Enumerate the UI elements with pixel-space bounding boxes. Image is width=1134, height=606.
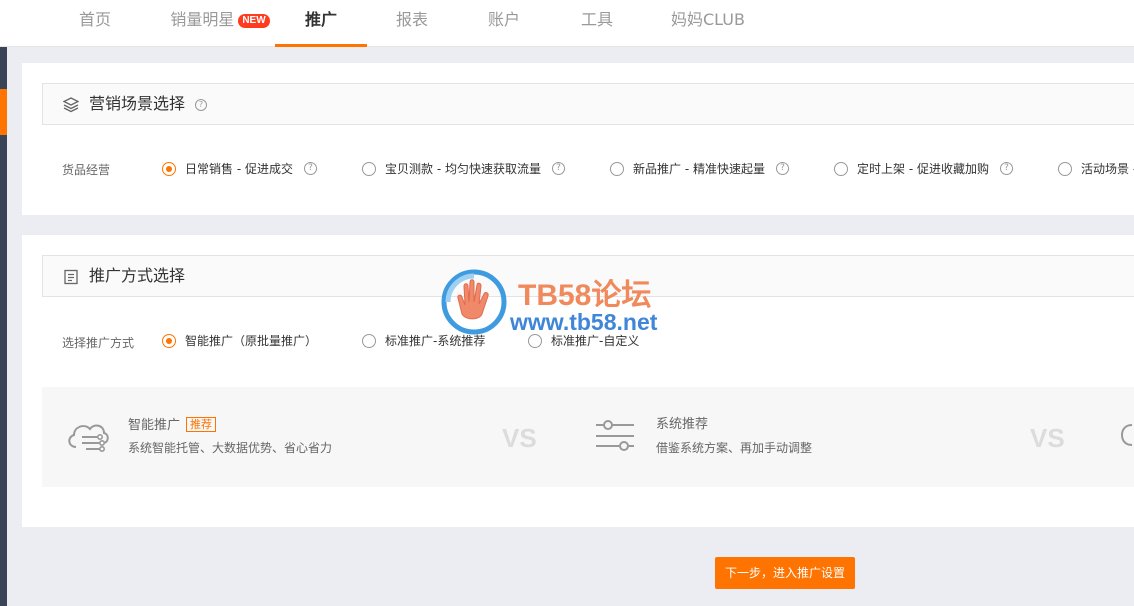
vs-label: VS (502, 423, 537, 453)
watermark: TB58论坛 www.tb58.net (440, 268, 700, 338)
help-icon[interactable]: ? (195, 99, 207, 111)
tab-label: 工具 (580, 10, 613, 29)
radio-label: 活动场景 - (1081, 162, 1134, 176)
sliders-icon (596, 420, 634, 451)
compare-system-desc: 借鉴系统方案、再加手动调整 (656, 441, 813, 455)
top-nav: 首页 销量明星 NEW 推广 报表 账户 工具 妈妈CLUB (0, 0, 1134, 47)
radio-label: 定时上架 - 促进收藏加购 (857, 162, 989, 176)
help-icon[interactable]: ? (776, 162, 789, 175)
compare-item-title: 智能推广 (128, 418, 181, 433)
radio-label: 智能推广（原批量推广） (185, 334, 318, 348)
radio-dot (610, 162, 624, 176)
radio-dot (1058, 162, 1072, 176)
cloud-network-icon (68, 424, 109, 452)
radio-label: 宝贝测款 - 均匀快速获取流量 (385, 162, 541, 176)
tab-label: 销量明星 (170, 10, 235, 29)
radio-dot (362, 162, 376, 176)
help-icon[interactable]: ? (1000, 162, 1013, 175)
method-row-label: 选择推广方式 (62, 336, 135, 350)
new-badge: NEW (238, 14, 270, 28)
tab-sales-star[interactable]: 销量明星 NEW (160, 0, 280, 47)
tab-account[interactable]: 账户 (474, 0, 534, 47)
help-icon[interactable]: ? (552, 162, 565, 175)
vs-label: VS (1030, 423, 1065, 453)
tab-label: 首页 (78, 10, 111, 29)
radio-label: 日常销售 - 促进成交 (185, 162, 293, 176)
tab-label: 妈妈CLUB (671, 10, 745, 29)
radio-dot (362, 334, 376, 348)
radio-dot (834, 162, 848, 176)
tab-label: 报表 (395, 10, 428, 29)
scene-section-title: 营销场景选择 (89, 94, 186, 113)
method-compare-panel: 智能推广 推荐 系统智能托管、大数据优势、省心省力 VS 系统推荐 借鉴系统方案、… (42, 387, 1134, 487)
partial-icon (1120, 424, 1133, 446)
watermark-title: TB58论坛 (518, 279, 652, 312)
next-step-button[interactable]: 下一步，进入推广设置 (715, 557, 855, 589)
tab-home[interactable]: 首页 (65, 0, 125, 47)
tab-label: 账户 (487, 10, 520, 29)
recommended-tag: 推荐 (186, 417, 217, 432)
left-sidebar-rail (0, 47, 7, 606)
scene-section-header: 营销场景选择 ? (42, 83, 1134, 125)
sidebar-active-marker[interactable] (0, 89, 7, 135)
watermark-url: www.tb58.net (510, 309, 658, 335)
radio-dot (162, 334, 176, 348)
tab-reports[interactable]: 报表 (382, 0, 442, 47)
tab-promotion[interactable]: 推广 (275, 0, 367, 47)
compare-system-title: 系统推荐 (656, 417, 709, 432)
compare-smart-title: 智能推广 推荐 (128, 417, 217, 434)
active-tab-indicator (275, 44, 367, 47)
radio-dot (162, 162, 176, 176)
scene-row-label: 货品经营 (62, 163, 111, 177)
tab-mama-club[interactable]: 妈妈CLUB (662, 0, 754, 47)
method-section-title: 推广方式选择 (89, 266, 186, 285)
layers-icon (63, 97, 79, 113)
tab-label: 推广 (304, 10, 337, 29)
document-icon (64, 269, 78, 285)
compare-smart-desc: 系统智能托管、大数据优势、省心省力 (128, 441, 333, 455)
hand-logo-icon (441, 269, 507, 335)
scene-card: 营销场景选择 ? 货品经营 日常销售 - 促进成交 ? 宝贝测款 - 均匀快速获… (22, 63, 1134, 215)
radio-label: 新品推广 - 精准快速起量 (633, 162, 765, 176)
tab-tools[interactable]: 工具 (567, 0, 627, 47)
help-icon[interactable]: ? (304, 162, 317, 175)
